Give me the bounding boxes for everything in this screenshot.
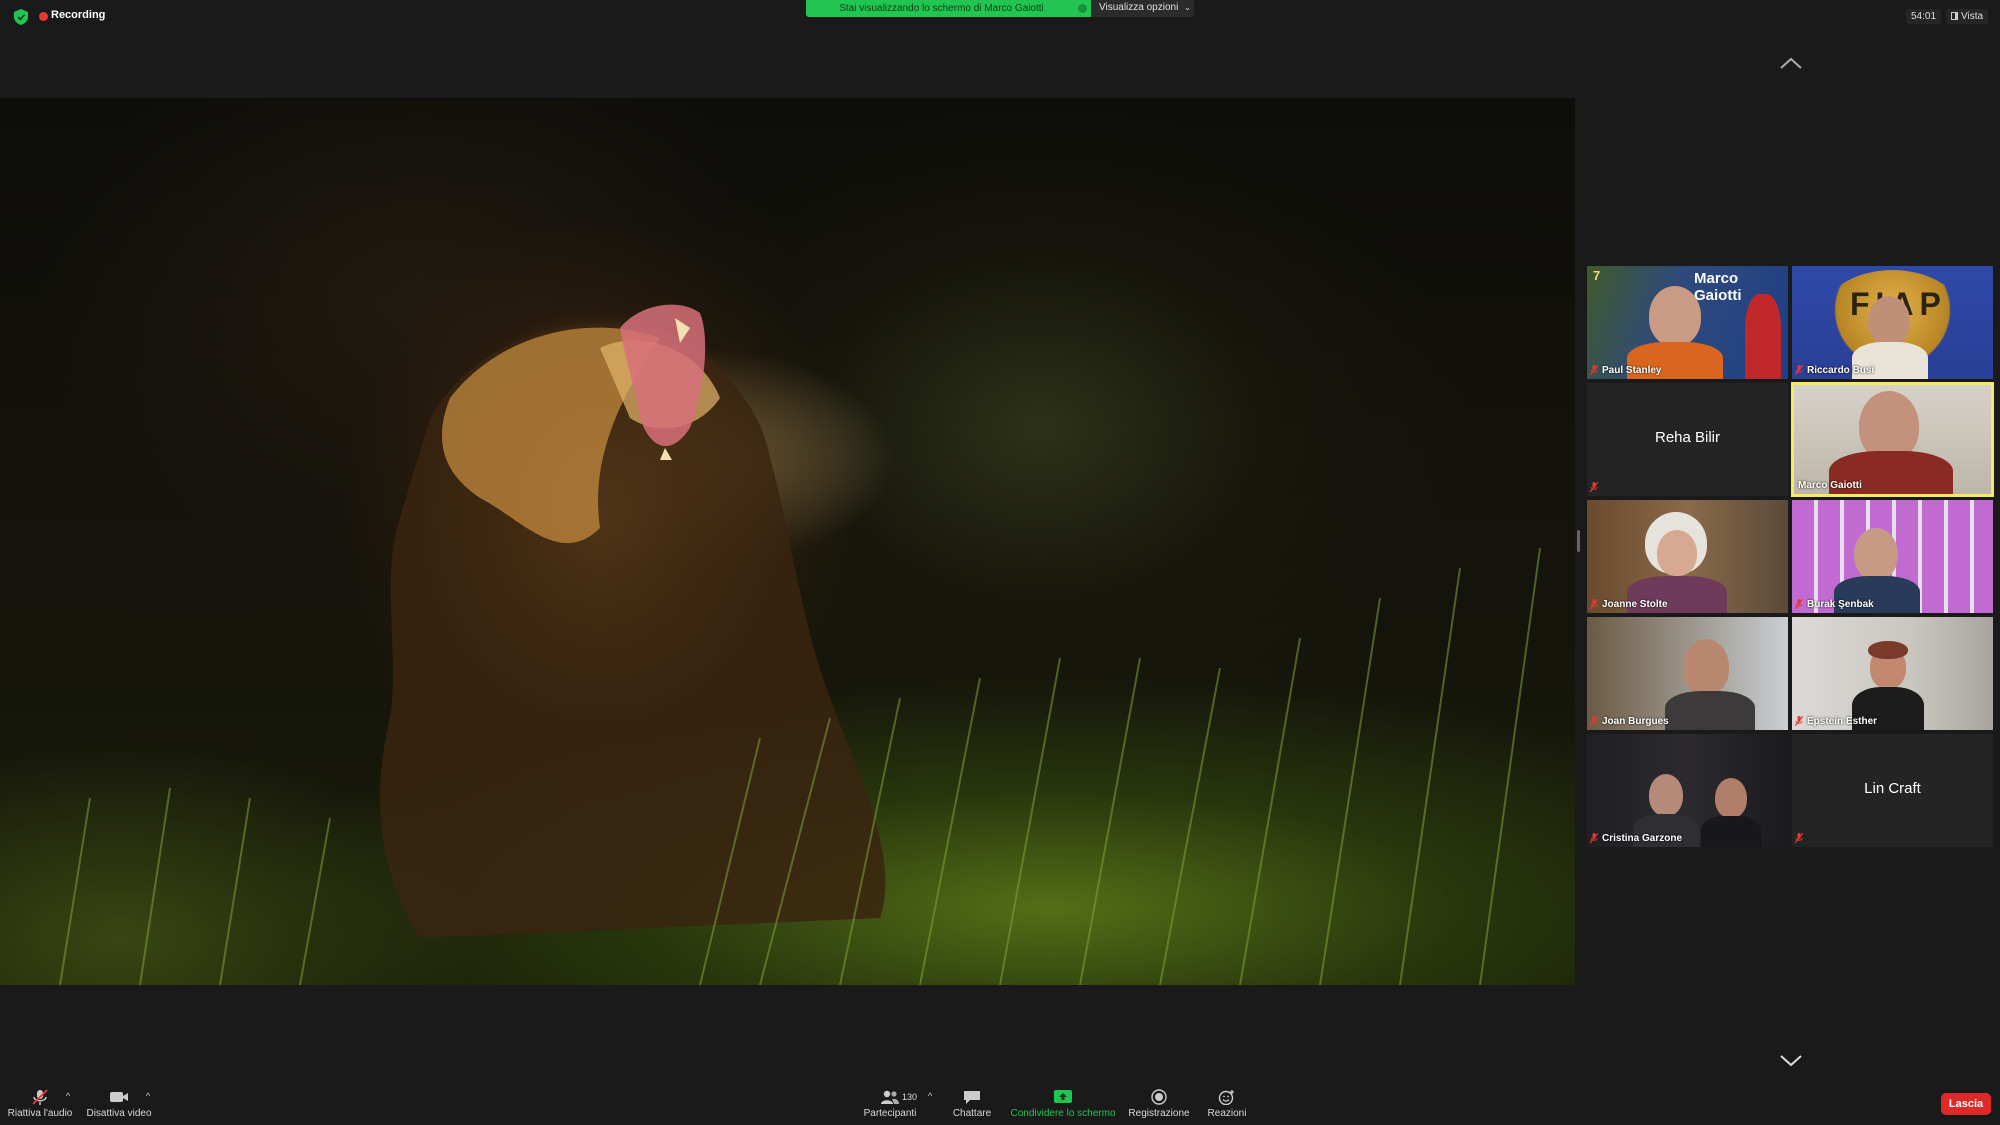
- top-bar: Recording Stai visualizzando lo schermo …: [0, 0, 2000, 32]
- view-options-label: Visualizza opzioni: [1099, 2, 1179, 13]
- participant-body: [1665, 691, 1755, 730]
- record-icon: [1151, 1089, 1167, 1105]
- paul-banner-number: 7: [1593, 268, 1601, 283]
- participant-tile[interactable]: Lin Craft: [1792, 734, 1993, 847]
- reactions-button[interactable]: Reazioni: [1202, 1083, 1252, 1125]
- participant-face: [1683, 639, 1729, 695]
- unmute-button[interactable]: Riattiva l'audio: [4, 1083, 76, 1125]
- participant-tile[interactable]: Joan Burgues: [1587, 617, 1788, 730]
- participant-name: Marco Gaiotti: [1798, 480, 1862, 491]
- view-button[interactable]: Vista: [1946, 9, 1989, 24]
- muted-mic-icon: [1795, 716, 1803, 726]
- unmute-label: Riattiva l'audio: [7, 1108, 73, 1119]
- meeting-timer: 54:01: [1906, 9, 1942, 24]
- audio-options-caret-icon[interactable]: ^: [66, 1091, 70, 1101]
- participant-tile[interactable]: Epstein Esther: [1792, 617, 1993, 730]
- video-options-caret-icon[interactable]: ^: [146, 1091, 150, 1101]
- muted-mic-icon: [1795, 833, 1803, 843]
- video-camera-icon: [110, 1092, 128, 1102]
- share-banner-text: Stai visualizzando lo schermo di Marco G…: [839, 3, 1044, 14]
- muted-mic-icon: [1590, 833, 1598, 843]
- share-screen-icon: [1054, 1090, 1072, 1103]
- participant-name: Epstein Esther: [1807, 716, 1878, 727]
- share-screen-button[interactable]: Condividere lo schermo: [1008, 1083, 1118, 1125]
- participant-name-center: Reha Bilir: [1654, 429, 1721, 446]
- record-button[interactable]: Registrazione: [1126, 1083, 1192, 1125]
- muted-mic-icon: [1795, 599, 1803, 609]
- recording-label[interactable]: Recording: [51, 9, 105, 21]
- participants-button[interactable]: Partecipanti: [860, 1083, 920, 1125]
- participant-face: [1854, 528, 1898, 580]
- view-options-button[interactable]: Visualizza opzioni ⌄: [1091, 0, 1194, 17]
- banner-figure: [1745, 294, 1781, 379]
- participant-name: Cristina Garzone: [1602, 833, 1683, 844]
- participant-tile[interactable]: Reha Bilir: [1587, 383, 1788, 496]
- participant-name: Riccardo Busi: [1807, 365, 1875, 376]
- participant-name: Joanne Stolte: [1602, 599, 1668, 610]
- participant-tile[interactable]: Joanne Stolte: [1587, 500, 1788, 613]
- share-screen-label: Condividere lo schermo: [1010, 1108, 1116, 1119]
- participant-face: [1715, 778, 1747, 818]
- participant-hair: [1868, 641, 1908, 659]
- participant-tile[interactable]: FIAP Riccardo Busi: [1792, 266, 1993, 379]
- participant-body: [1701, 816, 1761, 847]
- chat-button[interactable]: Chattare: [946, 1083, 998, 1125]
- participant-name: Paul Stanley: [1602, 365, 1662, 376]
- participant-name-center: Lin Craft: [1864, 780, 1921, 797]
- participant-tile[interactable]: Marco Gaiotti 7 Paul Stanley: [1587, 266, 1788, 379]
- participant-face: [1657, 530, 1697, 576]
- participants-count: 130: [902, 1092, 918, 1102]
- stop-video-label: Disattiva video: [86, 1108, 152, 1119]
- participants-icon: [881, 1090, 899, 1104]
- participant-face: [1649, 774, 1683, 816]
- chevron-down-icon: ⌄: [1184, 3, 1191, 12]
- record-label: Registrazione: [1128, 1108, 1190, 1119]
- chat-bubble-icon: [964, 1091, 980, 1104]
- panel-resize-handle[interactable]: [1577, 530, 1580, 552]
- stop-video-button[interactable]: Disattiva video: [84, 1083, 154, 1125]
- muted-mic-icon: [1795, 365, 1803, 375]
- participant-name: Joan Burgues: [1602, 716, 1669, 727]
- meeting-toolbar: Riattiva l'audio ^ Disattiva video ^ Par…: [0, 1083, 2000, 1125]
- muted-mic-icon: [1590, 482, 1598, 492]
- participant-name: Burak Şenbak: [1807, 599, 1874, 610]
- chat-label: Chattare: [952, 1108, 992, 1119]
- reactions-label: Reazioni: [1207, 1108, 1247, 1119]
- recording-dot-icon: [39, 12, 48, 21]
- participants-label: Partecipanti: [863, 1108, 917, 1119]
- participants-options-caret-icon[interactable]: ^: [928, 1091, 932, 1101]
- share-indicator-icon: [1078, 4, 1087, 13]
- muted-mic-icon: [1590, 365, 1598, 375]
- muted-microphone-icon: [32, 1089, 48, 1105]
- participant-tile[interactable]: Cristina Garzone: [1587, 734, 1788, 847]
- grid-view-icon: [1951, 12, 1958, 20]
- reaction-smiley-icon: [1218, 1090, 1234, 1105]
- screen-share-banner: Stai visualizzando lo schermo di Marco G…: [806, 0, 1091, 17]
- gallery-scroll-down-icon[interactable]: [1779, 1054, 1803, 1068]
- participant-face: [1868, 296, 1910, 346]
- muted-mic-icon: [1590, 716, 1598, 726]
- leave-meeting-button[interactable]: Lascia: [1941, 1093, 1991, 1115]
- view-label: Vista: [1961, 11, 1984, 22]
- participant-tile[interactable]: Burak Şenbak: [1792, 500, 1993, 613]
- muted-mic-icon: [1590, 599, 1598, 609]
- shared-screen-content: [0, 98, 1575, 985]
- shared-photo-gelada-baboon: [59, 304, 1541, 985]
- participant-face: [1649, 286, 1701, 346]
- security-shield-icon[interactable]: [14, 9, 28, 25]
- participant-tile-active-speaker[interactable]: Marco Gaiotti: [1791, 382, 1994, 497]
- gallery-scroll-up-icon[interactable]: [1779, 56, 1803, 70]
